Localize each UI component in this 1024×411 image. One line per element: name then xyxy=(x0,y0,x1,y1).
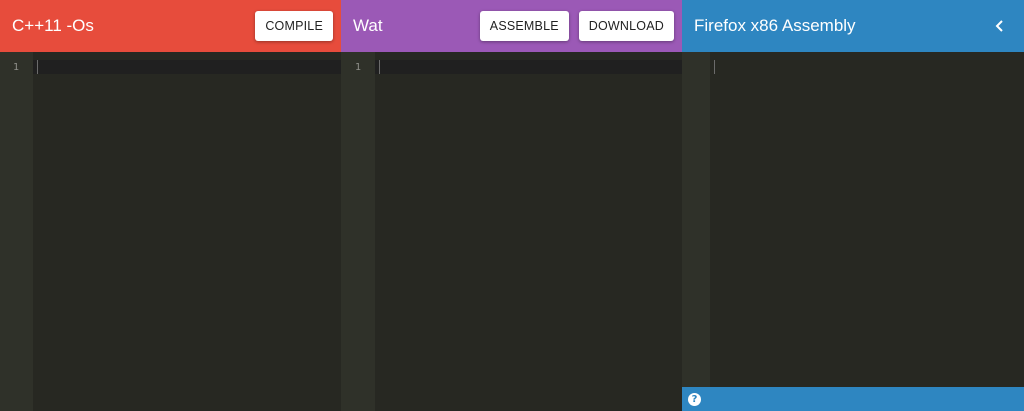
assembly-editor-gutter xyxy=(682,52,710,411)
line-number: 1 xyxy=(354,62,361,73)
download-button[interactable]: DOWNLOAD xyxy=(578,11,674,41)
wat-editor-gutter: 1 xyxy=(341,52,375,411)
wat-pane-header: Wat ASSEMBLE DOWNLOAD xyxy=(341,0,682,52)
wat-pane-title: Wat xyxy=(353,16,383,35)
assembly-pane-title: Firefox x86 Assembly xyxy=(694,16,856,35)
chevron-left-icon[interactable] xyxy=(988,14,1012,38)
active-line-highlight xyxy=(375,60,682,74)
compile-button[interactable]: COMPILE xyxy=(255,11,333,41)
assembly-editor-text-area[interactable] xyxy=(710,52,1024,411)
source-editor[interactable]: 1 xyxy=(0,52,341,411)
source-pane: C++11 -Os COMPILE 1 xyxy=(0,0,341,411)
assembly-editor[interactable]: ? xyxy=(682,52,1024,411)
source-pane-title: C++11 -Os xyxy=(12,16,94,35)
source-editor-text-area[interactable] xyxy=(33,52,341,411)
assemble-button[interactable]: ASSEMBLE xyxy=(479,11,569,41)
assembly-pane: Firefox x86 Assembly ? xyxy=(682,0,1024,411)
assembly-status-bar: ? xyxy=(682,387,1024,411)
assembly-pane-header: Firefox x86 Assembly xyxy=(682,0,1024,52)
wat-editor-text-area[interactable] xyxy=(375,52,682,411)
wat-pane: Wat ASSEMBLE DOWNLOAD 1 xyxy=(341,0,682,411)
text-cursor xyxy=(714,60,715,74)
text-cursor xyxy=(379,60,380,74)
wat-editor[interactable]: 1 xyxy=(341,52,682,411)
help-icon[interactable]: ? xyxy=(688,392,701,406)
source-editor-gutter: 1 xyxy=(0,52,33,411)
app-container: C++11 -Os COMPILE 1 Wat ASSEMBLE DOWNLOA… xyxy=(0,0,1024,411)
source-pane-header: C++11 -Os COMPILE xyxy=(0,0,341,52)
line-number: 1 xyxy=(12,62,19,73)
text-cursor xyxy=(37,60,38,74)
active-line-highlight xyxy=(33,60,341,74)
